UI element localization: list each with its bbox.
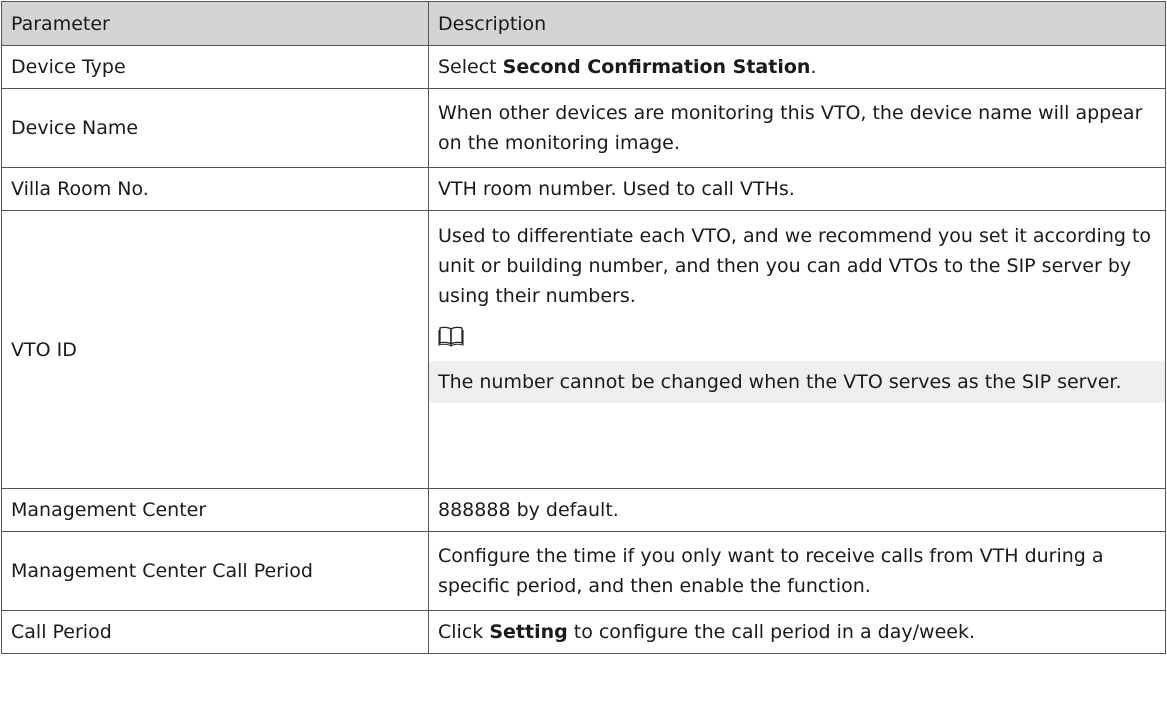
note-text: The number cannot be changed when the VT… xyxy=(429,361,1165,403)
param-management-center: Management Center xyxy=(1,488,429,532)
desc-text: to configure the call period in a day/we… xyxy=(567,621,975,643)
desc-text: Select xyxy=(438,56,503,78)
desc-management-center-call-period: Configure the time if you only want to r… xyxy=(428,531,1166,611)
table-row: Management Center Call Period Configure … xyxy=(1,531,1166,611)
table-row: Villa Room No. VTH room number. Used to … xyxy=(1,167,1166,211)
desc-management-center: 888888 by default. xyxy=(428,488,1166,532)
book-icon xyxy=(438,325,464,347)
header-parameter: Parameter xyxy=(1,1,429,46)
desc-villa-room-no: VTH room number. Used to call VTHs. xyxy=(428,167,1166,211)
table-row: Device Name When other devices are monit… xyxy=(1,88,1166,168)
table-row: Call Period Click Setting to configure t… xyxy=(1,610,1166,654)
param-vto-id: VTO ID xyxy=(1,210,429,489)
param-call-period: Call Period xyxy=(1,610,429,654)
param-device-type: Device Type xyxy=(1,45,429,89)
desc-vto-id: Used to differentiate each VTO, and we r… xyxy=(428,210,1166,489)
desc-text: . xyxy=(810,56,817,78)
param-villa-room-no: Villa Room No. xyxy=(1,167,429,211)
desc-device-type: Select Second Confirmation Station. xyxy=(428,45,1166,89)
note-icon-row xyxy=(429,321,1165,361)
parameter-table: Parameter Description Device Type Select… xyxy=(1,1,1166,654)
desc-call-period: Click Setting to configure the call peri… xyxy=(428,610,1166,654)
desc-text: Click xyxy=(438,621,490,643)
desc-bold-text: Setting xyxy=(489,621,568,643)
table-row: Management Center 888888 by default. xyxy=(1,488,1166,532)
note-block: The number cannot be changed when the VT… xyxy=(429,321,1165,403)
table-header-row: Parameter Description xyxy=(1,1,1166,46)
table-row: VTO ID Used to differentiate each VTO, a… xyxy=(1,210,1166,489)
desc-device-name: When other devices are monitoring this V… xyxy=(428,88,1166,168)
desc-bold-text: Second Confirmation Station xyxy=(502,56,811,78)
desc-text: Used to differentiate each VTO, and we r… xyxy=(438,225,1152,307)
header-description: Description xyxy=(428,1,1166,46)
param-management-center-call-period: Management Center Call Period xyxy=(1,531,429,611)
param-device-name: Device Name xyxy=(1,88,429,168)
table-row: Device Type Select Second Confirmation S… xyxy=(1,45,1166,89)
